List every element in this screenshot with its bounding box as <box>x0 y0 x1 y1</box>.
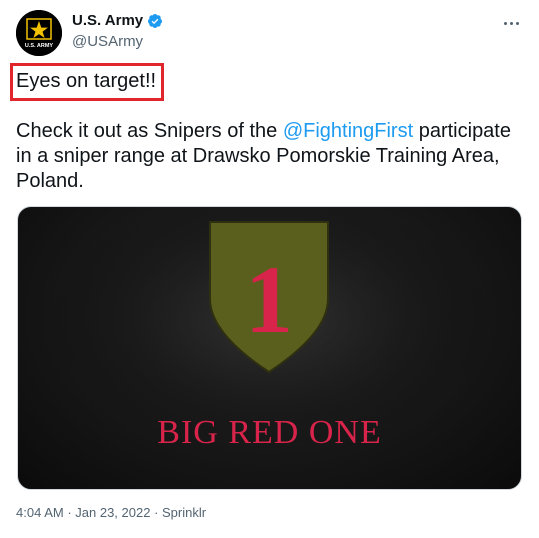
verified-badge-icon <box>148 13 163 28</box>
display-name[interactable]: U.S. Army <box>72 12 143 29</box>
tweet-source[interactable]: Sprinklr <box>162 505 206 520</box>
media-caption: BIG RED ONE <box>157 414 382 451</box>
tweet-time[interactable]: 4:04 AM <box>16 505 64 520</box>
avatar-text: U.S. ARMY <box>25 43 54 49</box>
tweet-meta: 4:04 AM · Jan 23, 2022 · Sprinklr <box>16 505 206 520</box>
tweet-headline: Eyes on target!! <box>16 70 157 92</box>
author-handle[interactable]: @USArmy <box>72 33 143 50</box>
tweet-date[interactable]: Jan 23, 2022 <box>75 505 150 520</box>
mention-link[interactable]: @FightingFirst <box>283 120 413 142</box>
tweet-card: U.S. ARMY U.S. Army @USArmy Eyes on targ… <box>0 0 539 538</box>
author-name-row[interactable]: U.S. Army <box>72 12 163 29</box>
avatar[interactable]: U.S. ARMY <box>16 10 62 56</box>
army-star-logo-icon: U.S. ARMY <box>16 10 62 56</box>
more-options-icon[interactable] <box>499 14 523 32</box>
meta-separator: · <box>63 505 76 520</box>
tweet-body: Check it out as Snipers of the @Fighting… <box>16 119 526 194</box>
patch-numeral: 1 <box>245 246 293 353</box>
meta-separator: · <box>150 505 163 520</box>
tweet-body-prefix: Check it out as Snipers of the <box>16 120 283 142</box>
